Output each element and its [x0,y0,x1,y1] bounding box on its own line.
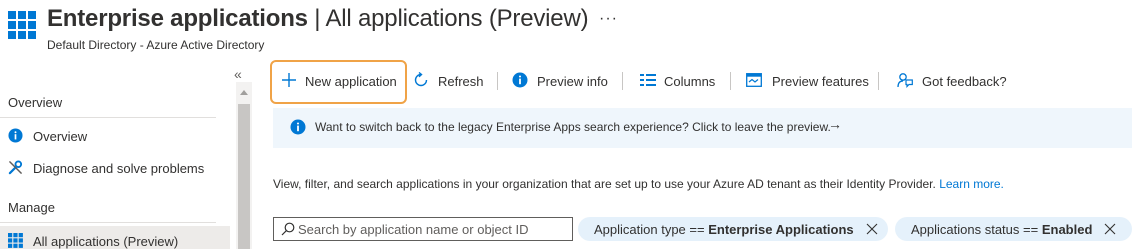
collapse-sidebar-icon[interactable]: « [234,66,242,82]
filter-pill-text: Application type == Enterprise Applicati… [594,222,854,237]
search-input[interactable] [298,220,566,238]
got-feedback-label: Got feedback? [922,74,1007,89]
filter-value: Enabled [1041,222,1093,237]
sidebar-divider [0,222,216,223]
sidebar-item-all-applications[interactable]: All applications (Preview) [0,226,230,249]
more-options-icon[interactable]: ··· [599,10,618,28]
sidebar-section-manage: Manage [8,200,55,215]
page-title-main: Enterprise applications [47,5,308,32]
preview-features-button[interactable]: Preview features [746,60,874,100]
info-icon [512,72,528,88]
info-icon [8,128,23,143]
page-title: Enterprise applications | All applicatio… [47,5,589,33]
columns-icon [640,74,656,86]
filter-operator: == [1019,222,1042,237]
close-icon[interactable] [865,222,879,236]
toolbar-divider [730,72,731,90]
preview-features-icon [746,73,762,87]
sidebar-item-label: Diagnose and solve problems [33,161,205,176]
sidebar-item-overview[interactable]: Overview [0,121,230,151]
page-title-sub: All applications (Preview) [325,5,589,32]
close-icon[interactable] [1103,222,1117,236]
sidebar: « Overview Overview Diagnose and solve p… [0,60,252,249]
filter-pill-application-type[interactable]: Application type == Enterprise Applicati… [578,217,888,241]
arrow-right-icon: → [828,116,842,132]
grid-icon [8,233,23,248]
page-title-separator: | [307,5,326,32]
info-icon [290,119,306,135]
sidebar-item-label: All applications (Preview) [33,234,179,249]
filter-key: Application type [594,222,686,237]
sidebar-scroll-thumb[interactable] [238,104,250,249]
banner-text: Want to switch back to the legacy Enterp… [315,120,831,134]
preview-info-button[interactable]: Preview info [510,60,622,100]
sidebar-divider [0,117,216,118]
got-feedback-button[interactable]: Got feedback? [897,60,1017,100]
page-header: Enterprise applications | All applicatio… [0,0,1132,60]
enterprise-apps-grid-icon [8,11,36,39]
filter-key: Applications status [911,222,1020,237]
sidebar-item-label: Overview [33,129,88,144]
filter-pill-text: Applications status == Enabled [911,222,1092,237]
learn-more-link[interactable]: Learn more. [939,177,1004,191]
sidebar-item-diagnose[interactable]: Diagnose and solve problems [0,153,230,183]
toolbar-divider [622,72,623,90]
preview-features-label: Preview features [772,74,869,89]
toolbar-divider [497,72,498,90]
toolbar-divider [878,72,879,90]
plus-icon [282,73,296,87]
scroll-up-icon[interactable] [240,90,248,95]
refresh-icon [414,72,428,87]
filter-value: Enterprise Applications [708,222,854,237]
preview-info-label: Preview info [537,74,608,89]
search-box[interactable] [273,217,573,241]
refresh-label: Refresh [438,74,484,89]
filter-operator: == [685,222,709,237]
legacy-switch-banner[interactable]: Want to switch back to the legacy Enterp… [273,108,1132,148]
columns-label: Columns [664,74,716,89]
wrench-icon [8,160,23,175]
command-bar: New application Refresh Preview info Col… [270,60,1130,104]
feedback-icon [897,73,913,88]
page-subtitle: Default Directory - Azure Active Directo… [47,38,265,52]
sidebar-section-overview: Overview [8,95,63,110]
new-application-label: New application [305,74,397,89]
new-application-button[interactable]: New application [278,60,404,100]
filter-pill-applications-status[interactable]: Applications status == Enabled [895,217,1132,241]
description-text: View, filter, and search applications in… [273,177,936,191]
columns-button[interactable]: Columns [638,60,728,100]
page-description: View, filter, and search applications in… [273,177,1004,191]
search-icon [281,222,295,236]
refresh-button[interactable]: Refresh [411,60,491,100]
